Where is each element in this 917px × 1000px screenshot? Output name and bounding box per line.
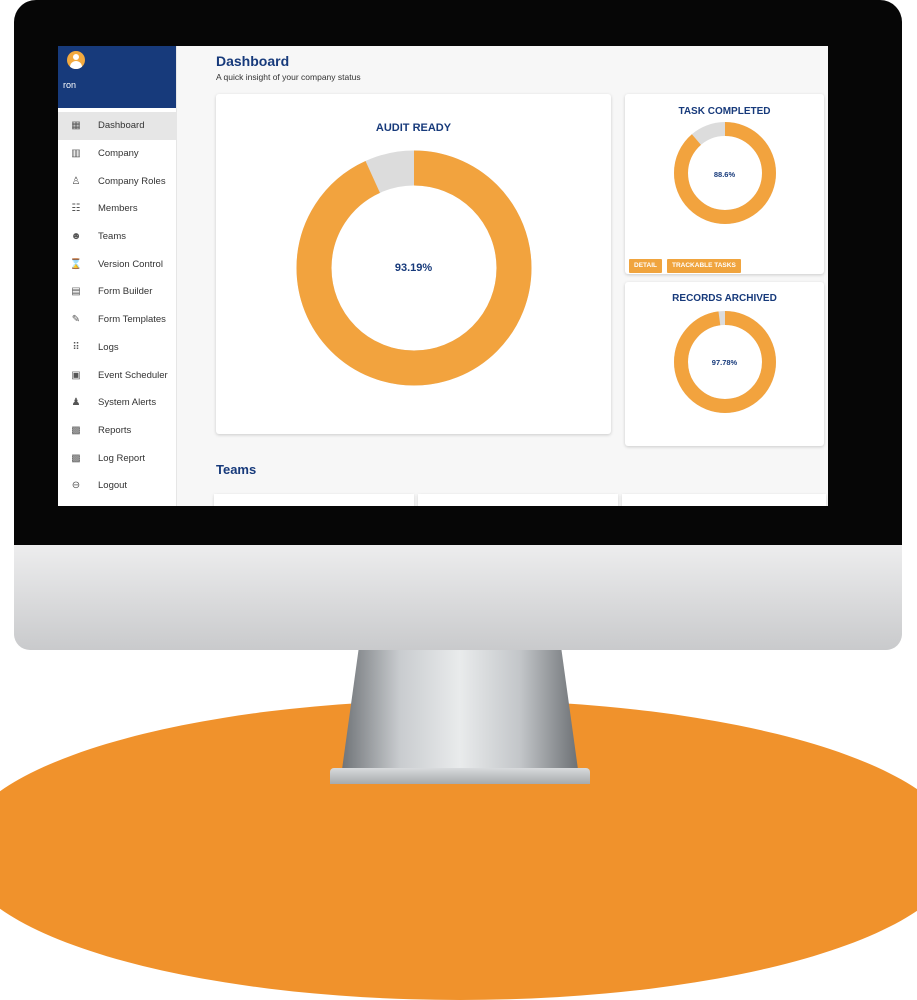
task-completed-title: TASK COMPLETED — [678, 106, 771, 117]
hourglass-icon: ⌛ — [69, 258, 83, 270]
sidebar-item-system-alerts[interactable]: ♟ System Alerts — [58, 389, 176, 417]
sidebar-item-label: Company Roles — [98, 175, 166, 187]
brush-icon: ✎ — [71, 314, 81, 326]
sidebar-item-label: Logout — [98, 480, 128, 492]
clipboard-icon: ▩ — [71, 424, 81, 436]
clipboard-icon: ▩ — [71, 452, 81, 464]
bell-icon: ♟ — [71, 397, 81, 409]
sidebar-item-reports[interactable]: ▩ Reports — [58, 417, 176, 445]
sidebar-item-label: Form Templates — [98, 314, 166, 326]
team-card[interactable] — [214, 494, 414, 506]
audit-ready-card: AUDIT READY 93.19% — [216, 94, 611, 434]
records-archived-card: RECORDS ARCHIVED 97.78% — [625, 282, 824, 446]
building-icon: ▥ — [71, 148, 81, 160]
audit-ready-value: 93.19% — [394, 262, 433, 274]
person-icon: ♙ — [71, 175, 81, 187]
people-icon: ☷ — [71, 203, 81, 215]
sidebar-item-log-report[interactable]: ▩ Log Report — [58, 444, 176, 472]
sidebar-item-label: Reports — [98, 424, 132, 436]
sidebar-item-version-control[interactable]: ⌛ Version Control — [58, 250, 176, 278]
team-icon: ☻ — [70, 231, 82, 243]
sidebar-item-dashboard[interactable]: ▦ Dashboard — [58, 112, 176, 140]
user-name: ron — [63, 80, 77, 90]
records-archived-title: RECORDS ARCHIVED — [672, 293, 777, 304]
calendar-icon: ▣ — [71, 369, 81, 381]
task-completed-card: TASK COMPLETED 88.6% DETAIL TRACKABLE TA… — [625, 94, 824, 274]
teams-heading: Teams — [216, 462, 257, 477]
form-icon: ▤ — [71, 286, 81, 298]
avatar[interactable] — [67, 51, 85, 69]
sidebar-item-label: Log Report — [98, 452, 146, 464]
user-panel: ron — [58, 46, 176, 108]
sidebar-item-label: Version Control — [98, 258, 163, 270]
sidebar-item-form-builder[interactable]: ▤ Form Builder — [58, 278, 176, 306]
monitor-stand — [340, 645, 580, 784]
page-title: Dashboard — [216, 53, 290, 69]
sidebar-item-teams[interactable]: ☻ Teams — [58, 223, 176, 251]
audit-ready-title: AUDIT READY — [375, 122, 452, 134]
sidebar-item-members[interactable]: ☷ Members — [58, 195, 176, 223]
sidebar-item-company[interactable]: ▥ Company — [58, 140, 176, 168]
sidebar-item-label: Event Scheduler — [98, 369, 168, 381]
dashboard-icon: ▦ — [71, 120, 81, 132]
trackable-tasks-button[interactable]: TRACKABLE TASKS — [667, 259, 741, 273]
records-archived-value: 97.78% — [711, 358, 738, 367]
sidebar-item-label: Form Builder — [98, 286, 153, 298]
sidebar-item-label: Company — [98, 148, 139, 160]
main-content: Dashboard A quick insight of your compan… — [176, 46, 828, 506]
app-screen: ron ▦ Dashboard ▥ Company ♙ Company Roles ☷ Mem… — [58, 46, 828, 506]
grid-icon: ⠿ — [72, 341, 80, 353]
page-subtitle: A quick insight of your company status — [216, 72, 361, 82]
sidebar-item-logs[interactable]: ⠿ Logs — [58, 334, 176, 362]
monitor-stand-base — [330, 768, 590, 784]
sidebar-item-company-roles[interactable]: ♙ Company Roles — [58, 167, 176, 195]
team-card[interactable] — [622, 494, 826, 506]
sidebar-item-label: Dashboard — [98, 120, 145, 132]
sidebar-item-label: Teams — [98, 231, 126, 243]
detail-button[interactable]: DETAIL — [629, 259, 662, 273]
sidebar-item-form-templates[interactable]: ✎ Form Templates — [58, 306, 176, 334]
sidebar-item-event-scheduler[interactable]: ▣ Event Scheduler — [58, 361, 176, 389]
sidebar-nav: ▦ Dashboard ▥ Company ♙ Company Roles ☷ Members… — [58, 112, 176, 500]
sidebar-item-logout[interactable]: ⊖ Logout — [58, 472, 176, 500]
sidebar-item-label: Members — [98, 203, 138, 215]
team-card[interactable] — [418, 494, 618, 506]
logout-icon: ⊖ — [71, 480, 81, 492]
task-completed-value: 88.6% — [713, 170, 736, 179]
monitor-chin — [14, 545, 902, 650]
sidebar: ron ▦ Dashboard ▥ Company ♙ Company Roles ☷ Mem… — [58, 46, 177, 506]
avatar-head — [73, 54, 79, 60]
avatar-body — [70, 61, 82, 69]
sidebar-item-label: System Alerts — [98, 397, 157, 409]
sidebar-item-label: Logs — [98, 341, 119, 353]
